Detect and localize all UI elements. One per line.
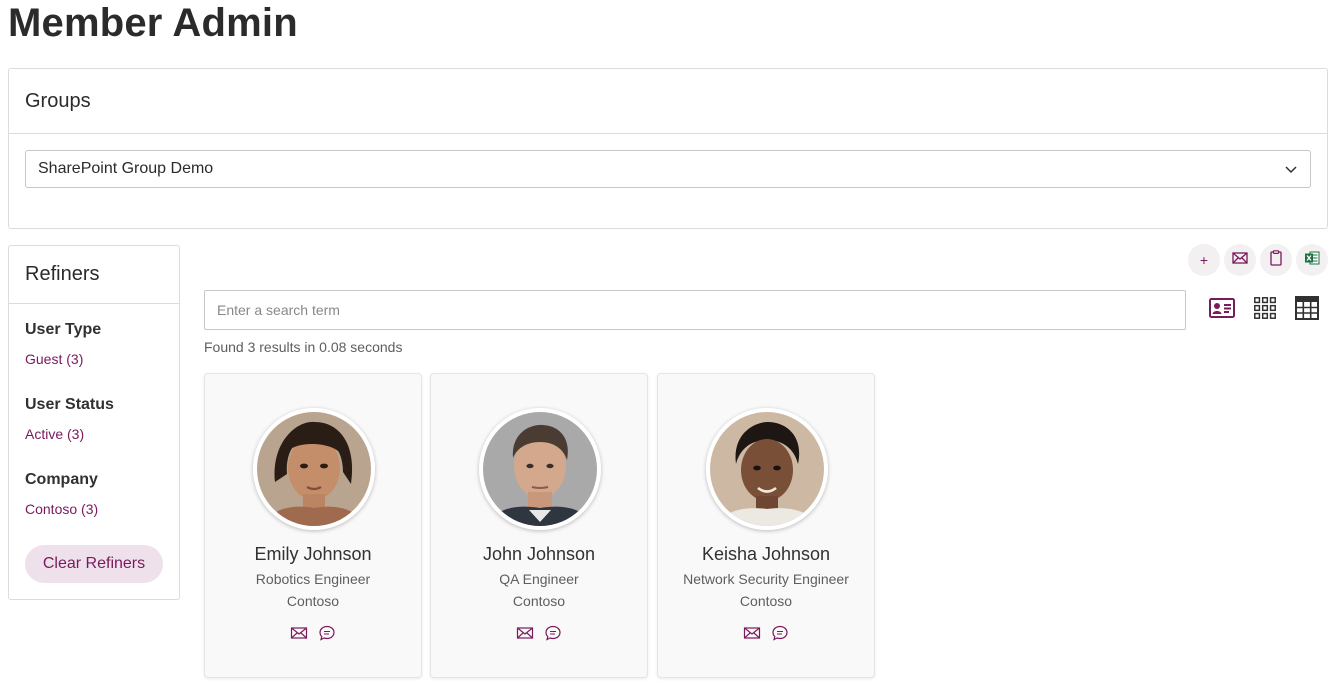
mail-icon <box>1231 249 1249 272</box>
page-title: Member Admin <box>8 1 298 45</box>
member-name: John Johnson <box>482 544 596 564</box>
view-grid-button[interactable] <box>1251 296 1279 324</box>
member-actions <box>431 624 647 642</box>
mail-icon[interactable] <box>516 624 534 642</box>
search-input[interactable] <box>204 290 1186 330</box>
refiner-option-contoso[interactable]: Contoso (3) <box>25 501 98 517</box>
results-count: Found 3 results in 0.08 seconds <box>204 339 403 355</box>
clipboard-icon <box>1267 249 1285 272</box>
member-job-title: Network Security Engineer <box>683 571 849 587</box>
avatar <box>479 408 601 530</box>
refiner-group-company: Company Contoso (3) <box>25 471 98 517</box>
avatar <box>253 408 375 530</box>
contact-card-icon <box>1208 294 1236 327</box>
member-card[interactable]: Emily Johnson Robotics Engineer Contoso <box>204 373 422 678</box>
member-card[interactable]: Keisha Johnson Network Security Engineer… <box>657 373 875 678</box>
view-card-button[interactable] <box>1208 296 1236 324</box>
member-company: Contoso <box>739 593 793 609</box>
refiner-heading: User Type <box>25 321 102 338</box>
refiner-group-user-status: User Status Active (3) <box>25 396 114 442</box>
add-member-button[interactable]: + <box>1188 244 1220 276</box>
member-job-title: Robotics Engineer <box>255 571 371 587</box>
refiner-heading: User Status <box>25 396 114 413</box>
chat-icon[interactable] <box>771 624 789 642</box>
member-name: Emily Johnson <box>254 544 372 564</box>
member-actions <box>658 624 874 642</box>
groups-title: Groups <box>25 89 91 112</box>
refiners-panel: Refiners User Type Guest (3) User Status… <box>8 245 180 600</box>
refiner-heading: Company <box>25 471 98 488</box>
group-dropdown-value: SharePoint Group Demo <box>38 160 214 177</box>
view-table-button[interactable] <box>1293 294 1321 327</box>
grid-icon <box>1252 295 1278 326</box>
member-company: Contoso <box>512 593 566 609</box>
group-dropdown[interactable]: SharePoint Group Demo <box>25 150 1311 188</box>
mail-icon[interactable] <box>743 624 761 642</box>
avatar <box>706 408 828 530</box>
refiner-option-guest[interactable]: Guest (3) <box>25 351 101 367</box>
copy-button[interactable] <box>1260 244 1292 276</box>
refiner-option-active[interactable]: Active (3) <box>25 426 114 442</box>
chevron-down-icon <box>1284 162 1298 176</box>
groups-panel: Groups SharePoint Group Demo <box>8 68 1328 229</box>
mail-icon[interactable] <box>290 624 308 642</box>
member-card[interactable]: John Johnson QA Engineer Contoso <box>430 373 648 678</box>
plus-icon: + <box>1199 252 1209 268</box>
member-job-title: QA Engineer <box>499 571 579 587</box>
chat-icon[interactable] <box>544 624 562 642</box>
refiners-title: Refiners <box>25 263 100 285</box>
refiners-header: Refiners <box>9 246 179 304</box>
clear-refiners-button[interactable]: Clear Refiners <box>25 545 163 583</box>
refiner-group-user-type: User Type Guest (3) <box>25 321 101 367</box>
groups-header: Groups <box>9 69 1327 134</box>
chat-icon[interactable] <box>318 624 336 642</box>
email-all-button[interactable] <box>1224 244 1256 276</box>
export-excel-button[interactable] <box>1296 244 1328 276</box>
member-name: Keisha Johnson <box>701 544 831 564</box>
excel-icon <box>1303 249 1321 272</box>
table-icon <box>1293 294 1321 327</box>
member-company: Contoso <box>286 593 340 609</box>
member-actions <box>205 624 421 642</box>
